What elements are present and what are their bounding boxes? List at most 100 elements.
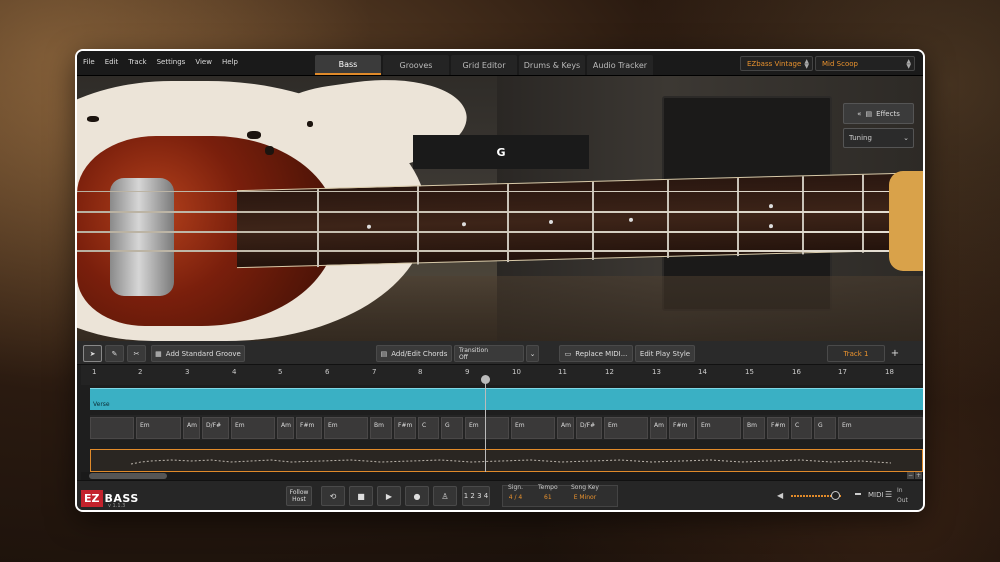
paint-chip: [307, 121, 313, 127]
replace-midi-button[interactable]: ▭ Replace MIDI...: [559, 345, 633, 362]
tab-grooves[interactable]: Grooves: [383, 55, 449, 75]
scrollbar-thumb[interactable]: [89, 473, 167, 479]
chord-block[interactable]: Bm: [743, 417, 765, 439]
chord-block[interactable]: C: [791, 417, 812, 439]
chord-block[interactable]: Am: [557, 417, 574, 439]
chord-block[interactable]: Em: [136, 417, 181, 439]
chord-block[interactable]: Em: [324, 417, 368, 439]
record-button[interactable]: ●: [405, 486, 429, 506]
playhead-handle[interactable]: [481, 375, 490, 384]
tab-drums-keys[interactable]: Drums & Keys: [519, 55, 585, 75]
chord-track: Em Am D/F# Em Am F#m Em Bm F#m C G Em Em…: [90, 415, 923, 440]
bar-number: 16: [792, 368, 801, 376]
tuning-label: Tuning: [849, 134, 872, 142]
tab-bass[interactable]: Bass: [315, 55, 381, 75]
scissors-icon: ✂: [133, 349, 140, 358]
chord-block[interactable]: Am: [183, 417, 200, 439]
effects-rack-icon: ▤: [865, 109, 873, 118]
menu-help[interactable]: Help: [222, 58, 238, 66]
menu-icon[interactable]: ☰: [885, 490, 892, 499]
logo-ez: EZ: [81, 489, 103, 507]
add-edit-chords-button[interactable]: ▤ Add/Edit Chords: [376, 345, 452, 362]
fret: [737, 178, 739, 257]
add-standard-groove-button[interactable]: ▦ Add Standard Groove: [151, 345, 245, 362]
chord-block[interactable]: C: [418, 417, 439, 439]
bass-headstock: [889, 171, 923, 271]
effects-button[interactable]: « ▤ Effects: [843, 103, 914, 124]
chord-block[interactable]: G: [814, 417, 836, 439]
track-name-label[interactable]: Track 1: [827, 345, 885, 362]
chord-block[interactable]: F#m: [767, 417, 789, 439]
chord-block[interactable]: Em: [511, 417, 555, 439]
count-in-button[interactable]: 1 2 3 4: [462, 486, 490, 506]
volume-knob[interactable]: [831, 491, 840, 500]
tab-audio-tracker[interactable]: Audio Tracker: [587, 55, 653, 75]
bass-string: [77, 211, 923, 213]
stop-button[interactable]: ■: [349, 486, 373, 506]
speaker-icon: ◀: [777, 491, 784, 500]
main-tabs: Bass Grooves Grid Editor Drums & Keys Au…: [315, 55, 653, 75]
chord-block[interactable]: Em: [697, 417, 741, 439]
zoom-in-button[interactable]: +: [915, 472, 922, 479]
chevron-down-icon: ⌄: [529, 349, 536, 358]
chord-block[interactable]: Em: [231, 417, 275, 439]
menu-file[interactable]: File: [83, 58, 95, 66]
metronome-button[interactable]: ♙: [433, 486, 457, 506]
time-signature[interactable]: Sign. 4 / 4: [508, 484, 523, 501]
transition-select[interactable]: Transition Off: [454, 345, 524, 362]
chord-block[interactable]: Em: [465, 417, 509, 439]
fret: [802, 176, 804, 255]
transition-dropdown-button[interactable]: ⌄: [526, 345, 539, 362]
draw-tool-button[interactable]: ✎: [105, 345, 124, 362]
chord-block[interactable]: Am: [650, 417, 667, 439]
paint-chip: [265, 146, 274, 155]
midi-in-indicator: In: [897, 487, 903, 494]
zoom-out-button[interactable]: −: [907, 472, 914, 479]
fret-marker: [549, 219, 553, 224]
chord-block[interactable]: D/F#: [202, 417, 229, 439]
chord-block[interactable]: Am: [277, 417, 294, 439]
updown-arrow-icon: ▲ ▼: [906, 58, 911, 70]
menu-track[interactable]: Track: [128, 58, 146, 66]
midi-label: MIDI: [868, 491, 884, 499]
chord-block[interactable]: [90, 417, 134, 439]
playhead-line[interactable]: [485, 376, 486, 473]
instrument-preset-select[interactable]: EZbass Vintage ▲ ▼: [740, 56, 813, 71]
play-button[interactable]: ▶: [377, 486, 401, 506]
menu-settings[interactable]: Settings: [157, 58, 186, 66]
fret-marker: [769, 224, 773, 229]
chord-block[interactable]: Em: [604, 417, 648, 439]
bar-number: 13: [652, 368, 661, 376]
bar-number: 10: [512, 368, 521, 376]
song-key[interactable]: Song Key E Minor: [571, 484, 599, 501]
tab-grid-editor[interactable]: Grid Editor: [451, 55, 517, 75]
loop-button[interactable]: ⟲: [321, 486, 345, 506]
chord-block[interactable]: Em: [838, 417, 923, 439]
tuning-select[interactable]: Tuning ⌄: [843, 128, 914, 148]
bass-midi-region[interactable]: [90, 449, 923, 472]
chord-block[interactable]: G: [441, 417, 463, 439]
chord-block[interactable]: F#m: [296, 417, 322, 439]
cut-tool-button[interactable]: ✂: [127, 345, 146, 362]
midi-notes-overview: [130, 459, 892, 465]
tempo-label: Tempo: [538, 484, 558, 491]
chord-block[interactable]: F#m: [394, 417, 416, 439]
bar-number: 2: [138, 368, 143, 376]
timeline-ruler[interactable]: 1 2 3 4 5 6 7 8 9 10 11 12 13 14 15 16 1…: [81, 365, 923, 385]
menu-edit[interactable]: Edit: [105, 58, 119, 66]
bar-number: 18: [885, 368, 894, 376]
section-verse-block[interactable]: Verse: [90, 388, 923, 410]
horizontal-scrollbar[interactable]: − +: [81, 472, 923, 480]
chord-block[interactable]: Bm: [370, 417, 392, 439]
select-tool-button[interactable]: ➤: [83, 345, 102, 362]
tempo[interactable]: Tempo 61: [538, 484, 558, 501]
add-standard-groove-label: Add Standard Groove: [165, 349, 241, 358]
menu-view[interactable]: View: [195, 58, 212, 66]
add-track-button[interactable]: +: [887, 345, 903, 362]
eq-preset-select[interactable]: Mid Scoop ▲ ▼: [815, 56, 915, 71]
transition-value: Off: [459, 353, 468, 361]
chord-block[interactable]: D/F#: [576, 417, 602, 439]
chord-block[interactable]: F#m: [669, 417, 695, 439]
edit-play-style-button[interactable]: Edit Play Style: [635, 345, 695, 362]
follow-host-button[interactable]: Follow Host: [286, 486, 312, 506]
